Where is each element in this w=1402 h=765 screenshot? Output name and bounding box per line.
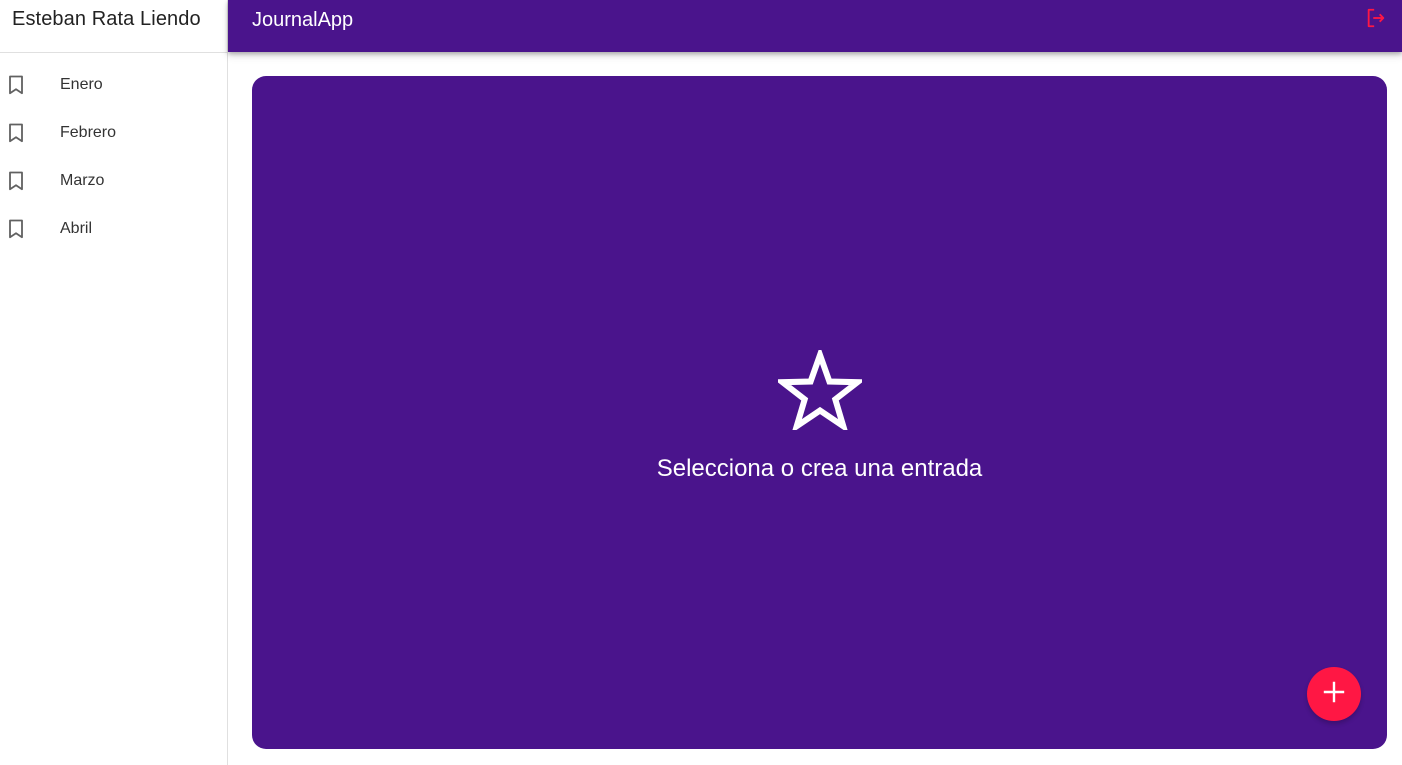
journal-app: Esteban Rata Liendo Enero Febrero Marzo — [0, 0, 1402, 765]
sidebar-item-label: Marzo — [60, 172, 105, 189]
top-app-bar: JournalApp — [228, 0, 1402, 52]
add-entry-button[interactable] — [1307, 667, 1361, 721]
user-name: Esteban Rata Liendo — [12, 8, 201, 30]
sidebar-item-febrero[interactable]: Febrero — [0, 109, 227, 157]
sidebar-item-enero[interactable]: Enero — [0, 61, 227, 109]
sidebar-item-abril[interactable]: Abril — [0, 205, 227, 253]
sidebar-item-label: Febrero — [60, 124, 117, 141]
bookmark-icon — [0, 75, 60, 95]
logout-icon — [1365, 7, 1387, 34]
bookmark-icon — [0, 171, 60, 191]
sidebar-item-label: Enero — [60, 76, 103, 93]
journal-entry-list: Enero Febrero Marzo Abril — [0, 53, 227, 253]
bookmark-icon — [0, 219, 60, 239]
sidebar-item-label: Abril — [60, 220, 93, 237]
add-icon — [1323, 681, 1345, 708]
sidebar-header: Esteban Rata Liendo — [0, 0, 227, 53]
nothing-selected-panel: Selecciona o crea una entrada — [252, 76, 1387, 749]
empty-state: Selecciona o crea una entrada — [252, 346, 1387, 483]
bookmark-icon — [0, 123, 60, 143]
logout-button[interactable] — [1362, 6, 1390, 34]
star-outline-icon — [773, 346, 866, 435]
empty-state-message: Selecciona o crea una entrada — [656, 455, 983, 482]
sidebar: Esteban Rata Liendo Enero Febrero Marzo — [0, 0, 228, 765]
sidebar-item-marzo[interactable]: Marzo — [0, 157, 227, 205]
app-title: JournalApp — [252, 8, 354, 31]
